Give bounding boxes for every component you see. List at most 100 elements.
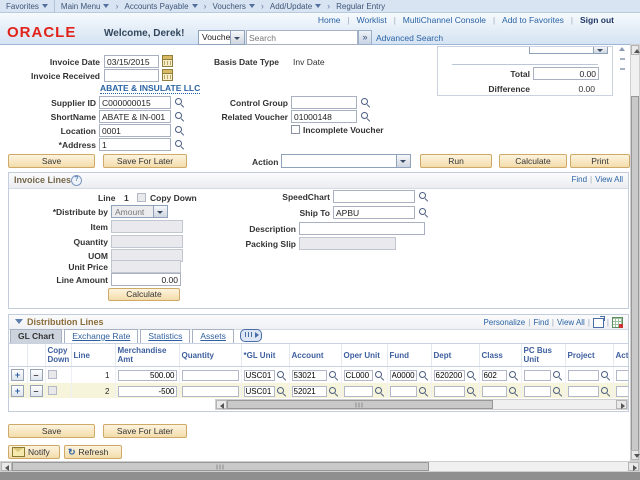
dropdown-caret-icon[interactable] — [593, 47, 607, 53]
class-input[interactable] — [481, 369, 507, 381]
print-button[interactable]: Print — [570, 154, 630, 168]
dropdown-caret-icon[interactable] — [396, 155, 410, 167]
help-icon[interactable]: ? — [71, 175, 82, 186]
notify-button[interactable]: Notify — [8, 445, 60, 459]
save-button-bottom[interactable]: Save — [8, 424, 95, 438]
scroll-left-icon[interactable] — [216, 400, 227, 409]
lookup-icon[interactable] — [174, 139, 185, 150]
activity-input[interactable] — [615, 369, 628, 381]
save-button[interactable]: Save — [8, 154, 95, 168]
calculate-line-button[interactable]: Calculate — [108, 288, 180, 301]
grid-horizontal-scrollbar[interactable] — [215, 399, 628, 410]
lookup-icon[interactable] — [174, 111, 185, 122]
scrollbar-thumb[interactable] — [631, 96, 639, 452]
view-all-link[interactable]: View All — [557, 318, 585, 327]
supplier-name-link[interactable]: ABATE & INSULATE LLC — [100, 83, 201, 94]
collapse-icon[interactable] — [15, 319, 23, 324]
account-input[interactable] — [291, 385, 327, 397]
lookup-icon[interactable] — [418, 386, 429, 397]
lookup-icon[interactable] — [328, 370, 339, 381]
project-input[interactable] — [567, 385, 599, 397]
calculate-button[interactable]: Calculate — [499, 154, 567, 168]
search-input[interactable] — [246, 30, 358, 45]
download-grid-icon[interactable] — [612, 317, 623, 328]
view-all-link[interactable]: View All — [595, 175, 623, 184]
tab-exchange-rate[interactable]: Exchange Rate — [64, 329, 139, 343]
incomplete-voucher-checkbox[interactable] — [291, 125, 300, 134]
scroll-down-icon[interactable] — [631, 450, 640, 460]
page-vertical-scrollbar[interactable] — [630, 44, 640, 461]
quantity-input[interactable] — [181, 369, 239, 381]
dept-input[interactable] — [433, 369, 465, 381]
lookup-icon[interactable] — [418, 370, 429, 381]
main-menu[interactable]: Main Menu — [61, 2, 110, 11]
lookup-icon[interactable] — [600, 370, 611, 381]
address-input[interactable] — [99, 138, 171, 151]
gl-unit-input[interactable] — [243, 385, 275, 397]
lookup-icon[interactable] — [600, 386, 611, 397]
show-tabs-icon[interactable] — [239, 329, 262, 342]
lookup-icon[interactable] — [276, 370, 287, 381]
scroll-right-icon[interactable] — [616, 400, 627, 409]
run-button[interactable]: Run — [420, 154, 492, 168]
lookup-icon[interactable] — [418, 191, 429, 202]
invoice-date-input[interactable] — [104, 55, 159, 68]
lookup-icon[interactable] — [552, 370, 563, 381]
project-input[interactable] — [567, 369, 599, 381]
delete-row-button[interactable]: – — [29, 385, 43, 397]
scroll-left-icon[interactable] — [1, 462, 12, 471]
refresh-button[interactable]: ↻ Refresh — [64, 445, 122, 459]
search-go-icon[interactable]: » — [358, 30, 372, 45]
scroll-right-icon[interactable] — [628, 462, 639, 471]
save-for-later-button[interactable]: Save For Later — [103, 154, 187, 168]
lookup-icon[interactable] — [174, 125, 185, 136]
advanced-search-link[interactable]: Advanced Search — [376, 33, 443, 43]
account-input[interactable] — [291, 369, 327, 381]
scrollbar-thumb[interactable] — [227, 400, 493, 409]
scrollbar-thumb[interactable] — [12, 462, 429, 471]
lookup-icon[interactable] — [374, 370, 385, 381]
description-input[interactable] — [299, 222, 425, 235]
breadcrumb-add-update[interactable]: Add/Update — [270, 2, 322, 11]
lookup-icon[interactable] — [276, 386, 287, 397]
lookup-icon[interactable] — [508, 370, 519, 381]
lookup-icon[interactable] — [360, 111, 371, 122]
favorites-menu[interactable]: Favorites — [6, 2, 48, 11]
line-amount-input[interactable] — [111, 273, 181, 286]
fund-input[interactable] — [389, 385, 417, 397]
lookup-icon[interactable] — [418, 207, 429, 218]
lookup-icon[interactable] — [466, 386, 477, 397]
lookup-icon[interactable] — [466, 370, 477, 381]
class-input[interactable] — [481, 385, 507, 397]
tab-assets[interactable]: Assets — [192, 329, 234, 343]
copy-down-checkbox[interactable] — [137, 193, 146, 202]
save-for-later-button-bottom[interactable]: Save For Later — [103, 424, 187, 438]
tab-gl-chart[interactable]: GL Chart — [10, 329, 63, 343]
related-voucher-input[interactable] — [291, 110, 357, 123]
invoice-received-input[interactable] — [104, 69, 159, 82]
copy-down-checkbox[interactable] — [47, 385, 57, 395]
oper-unit-input[interactable] — [343, 369, 373, 381]
scroll-up-icon[interactable] — [631, 45, 640, 55]
add-row-button[interactable]: + — [11, 369, 24, 381]
currency-select-partial[interactable] — [529, 47, 608, 54]
oper-unit-input[interactable] — [343, 385, 373, 397]
popout-icon[interactable] — [592, 315, 605, 328]
pc-bus-unit-input[interactable] — [523, 369, 551, 381]
personalize-link[interactable]: Personalize — [483, 318, 525, 327]
multichannel-console-link[interactable]: MultiChannel Console — [403, 15, 486, 25]
total-input[interactable] — [533, 67, 599, 80]
lookup-icon[interactable] — [552, 386, 563, 397]
scroll-up-icon[interactable] — [619, 47, 625, 51]
sign-out-link[interactable]: Sign out — [580, 15, 614, 25]
quantity-input[interactable] — [181, 385, 239, 397]
find-link[interactable]: Find — [571, 175, 587, 184]
speedchart-input[interactable] — [333, 190, 415, 203]
lookup-icon[interactable] — [360, 97, 371, 108]
delete-row-button[interactable]: – — [29, 369, 43, 381]
lookup-icon[interactable] — [508, 386, 519, 397]
gl-unit-input[interactable] — [243, 369, 275, 381]
add-to-favorites-link[interactable]: Add to Favorites — [502, 15, 564, 25]
merchandise-amt-input[interactable] — [117, 369, 177, 381]
distribute-by-select[interactable]: Amount — [111, 205, 168, 218]
